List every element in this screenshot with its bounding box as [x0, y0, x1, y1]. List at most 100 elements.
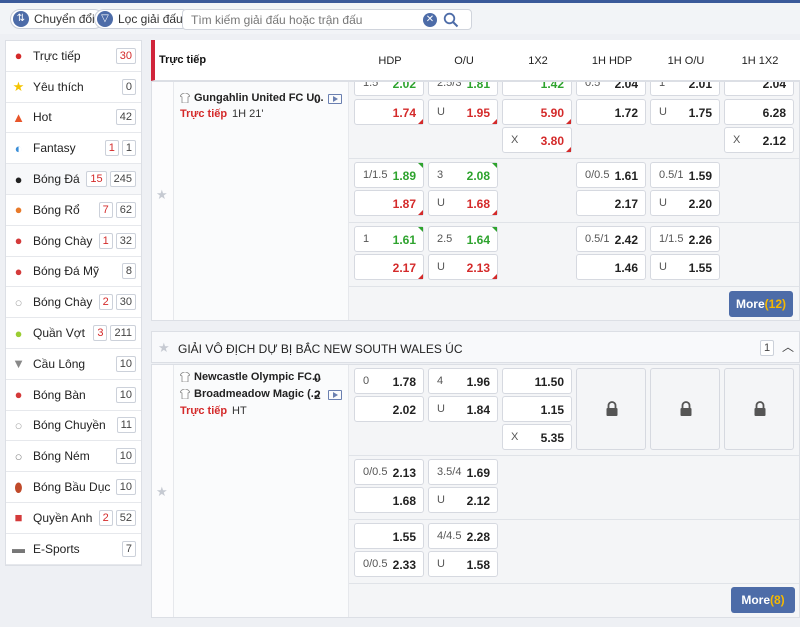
odds-cell[interactable]: 1.55 — [354, 523, 424, 549]
odds-cell[interactable]: U 2.20 — [650, 190, 720, 216]
odds-cell[interactable]: 4/4.5 2.28 — [428, 523, 498, 549]
live-count-badge: 2 — [98, 294, 113, 311]
score-away: 2 — [314, 388, 321, 402]
odds-cell[interactable]: 1.42 — [502, 82, 572, 96]
more-markets-button[interactable]: More (12) — [729, 291, 793, 317]
lock-icon — [680, 401, 692, 416]
live-stream-icon[interactable] — [328, 94, 342, 104]
odds-cell[interactable]: 0.5/1 1.59 — [650, 162, 720, 188]
odds-cell[interactable]: X 3.80 — [502, 127, 572, 153]
filter-league-button[interactable]: ▽ Lọc giải đấu — [94, 9, 192, 29]
search-icon[interactable] — [443, 12, 459, 28]
sidebar-item-label: E-Sports — [33, 541, 80, 556]
odds-cell[interactable]: 2.02 — [354, 396, 424, 422]
odds-cell[interactable]: 5.90 — [502, 99, 572, 125]
count-badge: 42 — [115, 109, 136, 126]
sidebar-item[interactable]: ■ Quyền Anh 2 52 — [6, 503, 141, 534]
odds-cell[interactable]: 11.50 — [502, 368, 572, 394]
odds-cell[interactable]: 1/1.5 2.26 — [650, 226, 720, 252]
odds-cell[interactable]: 1.5 2.02 — [354, 82, 424, 96]
live-stream-icon[interactable] — [328, 390, 342, 400]
more-markets-button[interactable]: More (8) — [731, 587, 795, 613]
sidebar-item[interactable]: ● Bóng Bàn 10 — [6, 380, 141, 411]
odds-cell[interactable]: U 1.95 — [428, 99, 498, 125]
sidebar-item[interactable]: ○ Bóng Chuyền 11 — [6, 411, 141, 442]
odds-cell[interactable]: 1.68 — [354, 487, 424, 513]
sidebar-item[interactable]: ● Bóng Đá 15 245 — [6, 164, 141, 195]
odds-cell[interactable]: 1 1.61 — [354, 226, 424, 252]
locked-market — [576, 368, 646, 450]
sidebar-item[interactable]: ○ Bóng Ném 10 — [6, 441, 141, 473]
sidebar-item[interactable]: ● Trực tiếp 30 — [6, 41, 141, 72]
sidebar-item-label: Quần Vợt — [33, 326, 85, 341]
lock-icon — [606, 401, 618, 416]
chevron-up-icon[interactable]: ︿ — [782, 338, 794, 355]
odds-cell[interactable]: X 5.35 — [502, 424, 572, 450]
count-badge: 8 — [121, 263, 136, 280]
odds-cell[interactable]: 1.87 — [354, 190, 424, 216]
odds-cell[interactable]: X 2.12 — [724, 127, 794, 153]
sidebar-item-label: Fantasy — [33, 141, 76, 156]
sidebar-item[interactable]: ⬮ Bóng Bầu Dục 10 — [6, 472, 141, 503]
row-divider — [349, 286, 799, 287]
odds-cell[interactable]: 0.5/1 2.42 — [576, 226, 646, 252]
odds-cell[interactable]: 1.15 — [502, 396, 572, 422]
count-badge: 62 — [115, 201, 136, 218]
sidebar-item-label: Bóng Bàn — [33, 387, 86, 402]
switch-button[interactable]: ⇅ Chuyển đổi — [10, 9, 104, 29]
sidebar-item[interactable]: ▲ Hot 42 — [6, 103, 141, 134]
odds-cell[interactable]: 1/1.5 1.89 — [354, 162, 424, 188]
sidebar-item[interactable]: ● Quần Vợt 3 211 — [6, 318, 141, 349]
odds-cell[interactable]: 0/0.5 1.61 — [576, 162, 646, 188]
odds-cell[interactable]: 0.5 2.04 — [576, 82, 646, 96]
odds-cell[interactable]: U 1.58 — [428, 551, 498, 577]
odds-cell[interactable]: 1.46 — [576, 254, 646, 280]
odds-cell[interactable]: U 1.55 — [650, 254, 720, 280]
sidebar-item[interactable]: ● Bóng Chày 1 32 — [6, 226, 141, 257]
clear-icon[interactable]: ✕ — [423, 13, 437, 27]
odds-cell[interactable]: 0/0.5 2.33 — [354, 551, 424, 577]
odds-cell[interactable]: 2.04 — [724, 82, 794, 96]
odds-cell[interactable]: 2.17 — [576, 190, 646, 216]
odds-cell[interactable]: 1 2.01 — [650, 82, 720, 96]
boxing-glove-icon: ■ — [14, 510, 23, 526]
odds-cell[interactable]: 2.5 1.64 — [428, 226, 498, 252]
odds-cell[interactable]: 4 1.96 — [428, 368, 498, 394]
odds-cell[interactable]: U 1.68 — [428, 190, 498, 216]
odds-cell[interactable]: 3 2.08 — [428, 162, 498, 188]
odds-cell[interactable]: U 1.75 — [650, 99, 720, 125]
team-away: Broadmeadow Magic (... — [180, 388, 320, 400]
odds-cell[interactable]: 3.5/4 1.69 — [428, 459, 498, 485]
favorite-star-icon[interactable]: ★ — [158, 341, 170, 354]
sidebar-item[interactable]: ● Bóng Đá Mỹ 8 — [6, 257, 141, 288]
odds-cell[interactable]: U 2.13 — [428, 254, 498, 280]
sidebar-item-label: Bóng Rổ — [33, 202, 80, 217]
sidebar-item[interactable]: ▼ Cầu Lông 10 — [6, 349, 141, 380]
odds-cell[interactable]: 2.17 — [354, 254, 424, 280]
odds-cell[interactable]: U 2.12 — [428, 487, 498, 513]
favorite-star-icon[interactable]: ★ — [156, 485, 168, 498]
team-home: Gungahlin United FC U... — [180, 92, 324, 104]
sidebar-counts: 7 — [121, 540, 136, 557]
odds-cell[interactable]: U 1.84 — [428, 396, 498, 422]
odds-cell[interactable]: 1.72 — [576, 99, 646, 125]
favorite-star-icon[interactable]: ★ — [156, 188, 168, 201]
handball-icon: ○ — [14, 448, 23, 464]
search-input[interactable] — [191, 12, 416, 27]
sidebar-item-label: Bóng Chày — [33, 233, 93, 248]
sidebar-item[interactable]: ● Bóng Rổ 7 62 — [6, 195, 141, 226]
sidebar-item[interactable]: ○ Bóng Chày 2 30 — [6, 287, 141, 319]
odds-cell[interactable]: 0/0.5 2.13 — [354, 459, 424, 485]
league-header[interactable]: ★ GIẢI VÔ ĐỊCH DỰ BỊ BẮC NEW SOUTH WALES… — [151, 331, 800, 363]
odds-cell[interactable]: 2.5/3 1.81 — [428, 82, 498, 96]
column-header-1h-ou: 1H O/U — [667, 55, 705, 67]
sidebar-item[interactable]: ◐ Fantasy 1 1 — [6, 133, 141, 165]
odds-cell[interactable]: 1.74 — [354, 99, 424, 125]
sidebar-item[interactable]: ▬ E-Sports 7 — [6, 534, 141, 565]
odds-cell[interactable]: 6.28 — [724, 99, 794, 125]
odds-cell[interactable]: 0 1.78 — [354, 368, 424, 394]
row-divider — [349, 519, 799, 520]
live-count-badge: 30 — [115, 47, 136, 64]
sidebar-item[interactable]: ★ Yêu thích 0 — [6, 72, 141, 103]
sidebar-counts: 30 — [115, 47, 136, 64]
